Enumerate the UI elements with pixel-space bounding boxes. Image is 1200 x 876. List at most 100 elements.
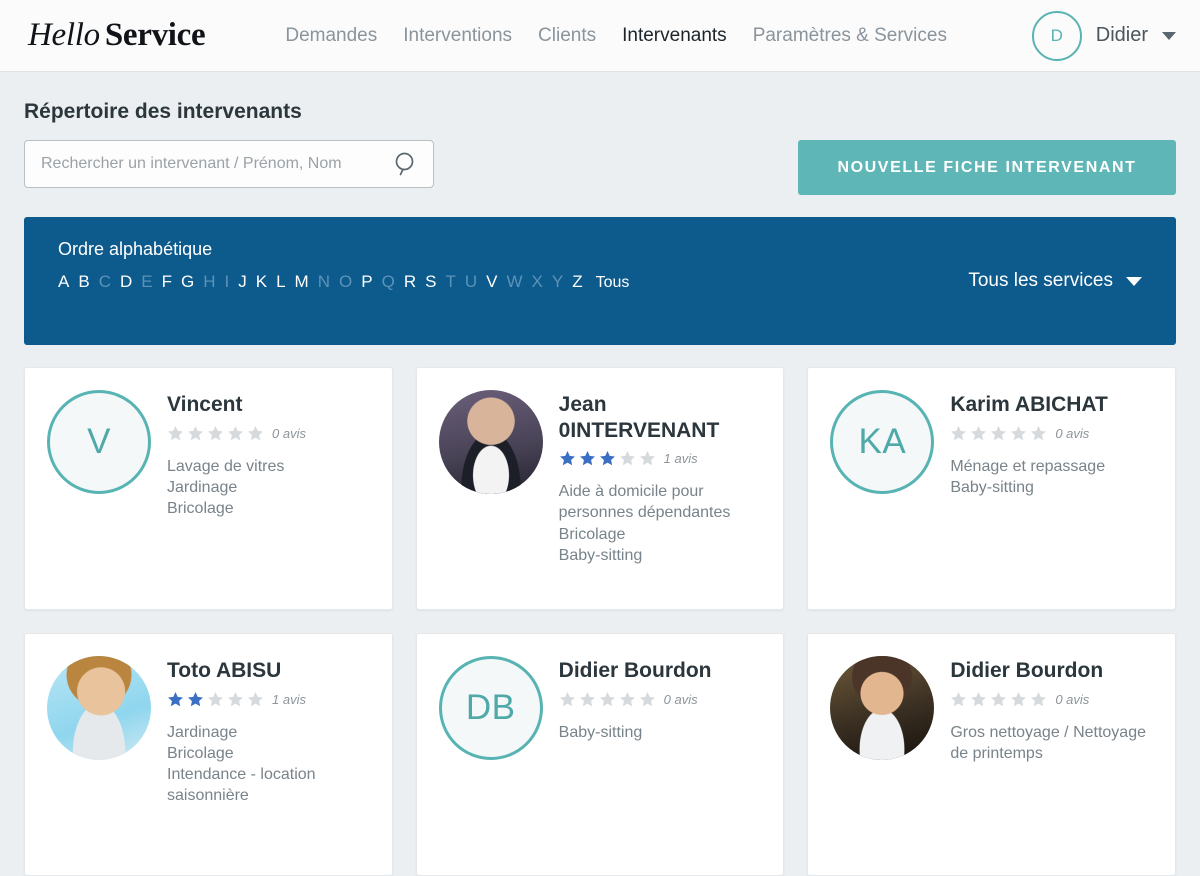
intervenant-card[interactable]: V Vincent 0 avis Lavage de vitres Jardinage B… [24,367,393,610]
alphabet-letter-h[interactable]: H [203,272,215,292]
alphabet-letter-l[interactable]: L [276,272,285,292]
star-empty-icon[interactable] [187,425,204,442]
intervenant-card-body: Didier Bourdon 0 avis Baby-sitting [559,656,766,875]
intervenant-service: Baby-sitting [950,478,1034,496]
star-empty-icon[interactable] [227,425,244,442]
star-empty-icon[interactable] [619,691,636,708]
alphabet-letter-k[interactable]: K [256,272,267,292]
star-filled-icon[interactable] [187,691,204,708]
alphabet-letter-e[interactable]: E [141,272,152,292]
brand-logo[interactable]: Hello Service [28,17,206,54]
alphabet-letter-r[interactable]: R [404,272,416,292]
alphabet-letter-p[interactable]: P [361,272,372,292]
nav-item-interventions[interactable]: Interventions [403,25,512,47]
intervenant-service: Intendance - location saisonnière [167,766,316,805]
alphabet-letter-i[interactable]: I [225,272,230,292]
star-empty-icon[interactable] [619,450,636,467]
user-menu[interactable]: D Didier [1031,10,1176,61]
user-avatar: D [1031,10,1082,61]
star-empty-icon[interactable] [1030,691,1047,708]
alphabet-letter-t[interactable]: T [445,272,455,292]
alphabet-letter-f[interactable]: F [162,272,172,292]
star-empty-icon[interactable] [559,691,576,708]
star-empty-icon[interactable] [990,691,1007,708]
alphabet-letter-s[interactable]: S [425,272,436,292]
intervenant-rating: 0 avis [950,691,1157,708]
star-empty-icon[interactable] [207,425,224,442]
star-filled-icon[interactable] [579,450,596,467]
star-rating[interactable] [950,425,1047,442]
star-filled-icon[interactable] [599,450,616,467]
star-empty-icon[interactable] [247,691,264,708]
star-rating[interactable] [167,691,264,708]
alphabet-letter-tous[interactable]: Tous [596,274,630,292]
star-empty-icon[interactable] [970,691,987,708]
alphabet-letter-w[interactable]: W [506,272,522,292]
alphabet-letter-c[interactable]: C [99,272,111,292]
services-filter-dropdown[interactable]: Tous les services [968,270,1142,292]
star-empty-icon[interactable] [970,425,987,442]
intervenant-service: Baby-sitting [558,723,643,741]
star-filled-icon[interactable] [559,450,576,467]
star-rating[interactable] [559,450,656,467]
star-rating[interactable] [559,691,656,708]
alphabet-letter-d[interactable]: D [120,272,132,292]
star-rating[interactable] [950,691,1047,708]
star-empty-icon[interactable] [990,425,1007,442]
star-empty-icon[interactable] [639,450,656,467]
alphabet-letter-n[interactable]: N [318,272,330,292]
alphabet-letter-j[interactable]: J [238,272,247,292]
alphabet-letter-y[interactable]: Y [552,272,563,292]
alphabet-letter-g[interactable]: G [181,272,194,292]
intervenant-card-body: Vincent 0 avis Lavage de vitres Jardinage Br… [167,390,374,609]
alphabet-filter-title: Ordre alphabétique [58,239,213,259]
intervenant-name: Jean 0INTERVENANT [558,393,720,442]
intervenant-card[interactable]: DB Didier Bourdon 0 avis Baby-sitting [415,633,785,876]
star-empty-icon[interactable] [1010,691,1027,708]
star-empty-icon[interactable] [247,425,264,442]
alphabet-letter-u[interactable]: U [465,272,477,292]
star-empty-icon[interactable] [227,691,244,708]
star-empty-icon[interactable] [207,691,224,708]
star-empty-icon[interactable] [950,691,967,708]
intervenant-rating: 0 avis [950,425,1157,442]
alphabet-letter-a[interactable]: A [58,272,69,292]
search-input[interactable] [39,154,393,174]
user-name-label: Didier [1095,24,1148,46]
nav-item-intervenants[interactable]: Intervenants [622,25,727,47]
alphabet-letter-v[interactable]: V [486,272,497,292]
star-empty-icon[interactable] [1010,425,1027,442]
star-empty-icon[interactable] [579,691,596,708]
star-filled-icon[interactable] [167,691,184,708]
star-empty-icon[interactable] [1030,425,1047,442]
star-empty-icon[interactable] [599,691,616,708]
alphabet-letter-m[interactable]: M [295,272,309,292]
intervenant-card[interactable]: Toto ABISU 1 avis Jardinage Bricolage Intend… [24,633,393,876]
intervenant-services: Jardinage Bricolage Intendance - location … [167,722,374,807]
alphabet-letter-b[interactable]: B [78,272,89,292]
intervenant-card-body: Jean 0INTERVENANT 1 avis Aide à domicile p… [559,390,766,609]
nav-item-demandes[interactable]: Demandes [285,25,377,47]
review-count: 1 avis [663,451,698,467]
chevron-down-icon[interactable] [1126,276,1142,286]
nav-item-clients[interactable]: Clients [538,25,596,47]
intervenant-service: Bricolage [558,525,626,543]
star-rating[interactable] [167,425,264,442]
alphabet-letter-o[interactable]: O [339,272,352,292]
nav-item-param-tres-services[interactable]: Paramètres & Services [753,25,947,47]
search-icon[interactable] [393,151,419,177]
star-empty-icon[interactable] [639,691,656,708]
intervenant-card[interactable]: KA Karim ABICHAT 0 avis Ménage et repassage… [807,367,1176,610]
intervenant-card[interactable]: Jean 0INTERVENANT 1 avis Aide à domicile p… [415,367,785,610]
alphabet-letter-q[interactable]: Q [382,272,395,292]
intervenant-avatar-photo [438,390,543,494]
alphabet-letter-z[interactable]: Z [572,272,582,292]
search-box[interactable] [24,140,434,188]
intervenant-card[interactable]: Didier Bourdon 0 avis Gros nettoyage / Net… [807,633,1176,876]
page-title: Répertoire des intervenants [24,100,302,123]
chevron-down-icon[interactable] [1162,31,1176,40]
star-empty-icon[interactable] [950,425,967,442]
star-empty-icon[interactable] [167,425,184,442]
new-intervenant-button[interactable]: NOUVELLE FICHE INTERVENANT [798,140,1176,195]
alphabet-letter-x[interactable]: X [532,272,543,292]
